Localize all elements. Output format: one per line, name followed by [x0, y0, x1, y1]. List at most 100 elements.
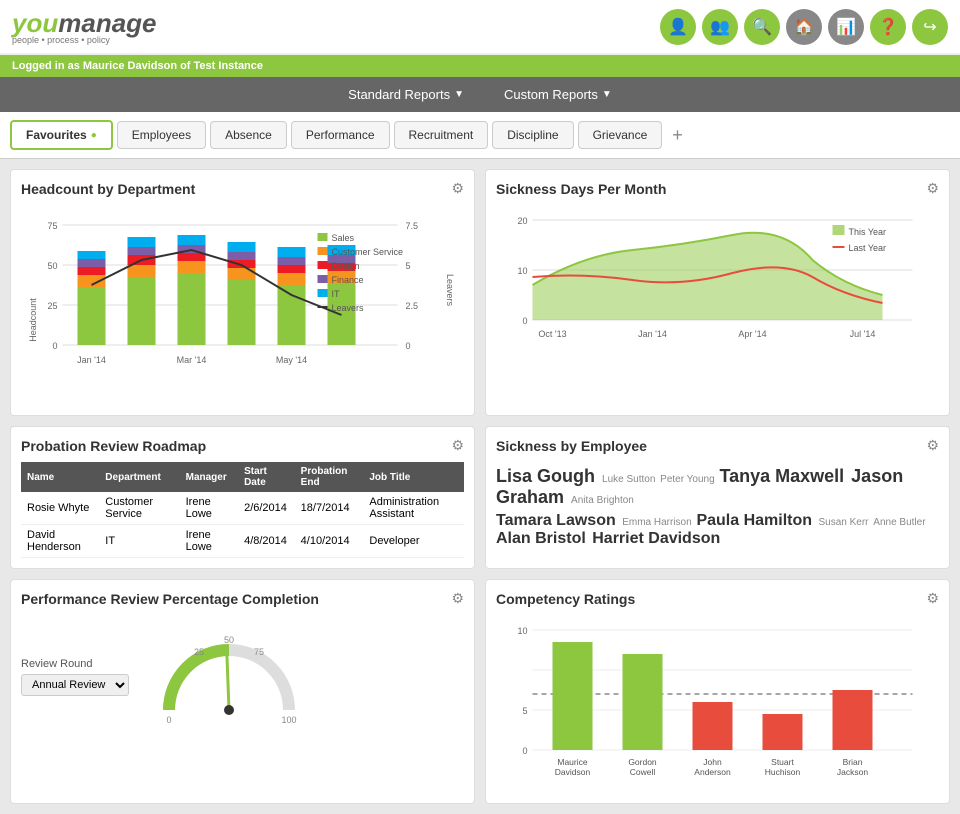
competency-gear-icon[interactable]: ⚙: [926, 590, 939, 607]
svg-text:75: 75: [47, 221, 57, 231]
probation-header: Probation Review Roadmap ⚙: [21, 437, 464, 454]
share-icon[interactable]: ↪: [912, 9, 948, 45]
probation-gear-icon[interactable]: ⚙: [451, 437, 464, 454]
custom-reports-nav[interactable]: Custom Reports ▼: [494, 83, 622, 106]
tab-performance[interactable]: Performance: [291, 121, 390, 149]
headcount-gear-icon[interactable]: ⚙: [451, 180, 464, 197]
header-icons: 👤 👥 🔍 🏠 📊 ❓ ↪: [660, 9, 948, 45]
svg-text:Davidson: Davidson: [555, 767, 591, 777]
tab-recruitment[interactable]: Recruitment: [394, 121, 489, 149]
sick-employee-name: Anne Butler: [873, 517, 925, 528]
svg-text:10: 10: [517, 626, 527, 636]
table-cell: IT: [99, 525, 179, 558]
y-axis-headcount-label: Headcount: [28, 290, 38, 350]
y-axis-leavers-label: Leavers: [445, 260, 455, 320]
tab-recruitment-label: Recruitment: [409, 128, 474, 142]
person-icon[interactable]: 👤: [660, 9, 696, 45]
home-icon[interactable]: 🏠: [786, 9, 822, 45]
svg-text:Anderson: Anderson: [694, 767, 731, 777]
tab-grievance-label: Grievance: [593, 128, 648, 142]
sickness-month-gear-icon[interactable]: ⚙: [926, 180, 939, 197]
svg-text:Oct '13: Oct '13: [538, 329, 566, 339]
svg-text:2.5: 2.5: [406, 301, 419, 311]
standard-reports-label: Standard Reports: [348, 87, 450, 102]
sickness-employee-gear-icon[interactable]: ⚙: [926, 437, 939, 454]
tab-discipline[interactable]: Discipline: [492, 121, 573, 149]
svg-text:0: 0: [522, 316, 527, 326]
chart-icon[interactable]: 📊: [828, 9, 864, 45]
review-select-area: Review Round Annual Review: [21, 658, 129, 696]
standard-reports-nav[interactable]: Standard Reports ▼: [338, 83, 474, 106]
sickness-employee-widget: Sickness by Employee ⚙ Lisa Gough Luke S…: [485, 426, 950, 569]
competency-header: Competency Ratings ⚙: [496, 590, 939, 607]
sickness-month-svg: 20 10 0 Oct '13 Jan '14 Apr '14 Jul '14 …: [496, 205, 939, 375]
tab-absence[interactable]: Absence: [210, 121, 287, 149]
sick-employee-name: Harriet Davidson: [592, 530, 720, 547]
table-cell: Irene Lowe: [180, 525, 238, 558]
review-select[interactable]: Annual Review: [21, 674, 129, 696]
login-text: Logged in as Maurice Davidson of Test In…: [12, 60, 263, 72]
tab-discipline-label: Discipline: [507, 128, 558, 142]
svg-text:Brian: Brian: [843, 757, 863, 767]
svg-text:5: 5: [406, 261, 411, 271]
add-tab-button[interactable]: +: [666, 123, 689, 148]
svg-text:10: 10: [517, 266, 527, 276]
svg-text:This Year: This Year: [849, 227, 887, 237]
sick-employee-name: Susan Kerr: [818, 517, 871, 528]
headcount-title: Headcount by Department: [21, 181, 195, 197]
svg-text:50: 50: [47, 261, 57, 271]
col-department: Department: [99, 462, 179, 492]
table-row: David HendersonITIrene Lowe4/8/20144/10/…: [21, 525, 464, 558]
svg-text:IT: IT: [332, 289, 341, 299]
performance-gear-icon[interactable]: ⚙: [451, 590, 464, 607]
probation-title: Probation Review Roadmap: [21, 438, 206, 454]
sickness-month-title: Sickness Days Per Month: [496, 181, 666, 197]
col-manager: Manager: [180, 462, 238, 492]
tab-employees[interactable]: Employees: [117, 121, 206, 149]
gauge-svg: 0 25 50 75 100: [149, 625, 309, 725]
sick-employee-name: Tanya Maxwell: [719, 466, 849, 486]
table-cell: Developer: [363, 525, 464, 558]
table-cell: Administration Assistant: [363, 492, 464, 525]
performance-widget: Performance Review Percentage Completion…: [10, 579, 475, 804]
svg-text:Sales: Sales: [332, 233, 355, 243]
svg-text:Design: Design: [332, 261, 360, 271]
sick-employee-name: Luke Sutton: [602, 474, 658, 485]
gauge-container: 0 25 50 75 100: [149, 625, 309, 728]
tab-favourites[interactable]: Favourites ●: [10, 120, 113, 150]
col-probation-end: Probation End: [295, 462, 364, 492]
custom-reports-label: Custom Reports: [504, 87, 598, 102]
favourites-dot: ●: [91, 130, 97, 141]
logo-you: you: [12, 8, 58, 38]
headcount-widget: Headcount by Department ⚙ Headcount Leav…: [10, 169, 475, 416]
col-start-date: Start Date: [238, 462, 295, 492]
standard-reports-arrow: ▼: [454, 89, 464, 100]
svg-text:0: 0: [406, 341, 411, 351]
sick-employee-name: Tamara Lawson: [496, 512, 620, 529]
svg-text:Jan '14: Jan '14: [638, 329, 667, 339]
probation-widget: Probation Review Roadmap ⚙ Name Departme…: [10, 426, 475, 569]
col-name: Name: [21, 462, 99, 492]
competency-widget: Competency Ratings ⚙ 10 5 0: [485, 579, 950, 804]
people-icon[interactable]: 👥: [702, 9, 738, 45]
table-cell: Rosie Whyte: [21, 492, 99, 525]
table-cell: David Henderson: [21, 525, 99, 558]
svg-text:Jul '14: Jul '14: [850, 329, 876, 339]
svg-text:25: 25: [47, 301, 57, 311]
sick-employee-name: Anita Brighton: [571, 495, 634, 506]
nav-bar: Standard Reports ▼ Custom Reports ▼: [0, 77, 960, 112]
svg-text:Apr '14: Apr '14: [738, 329, 766, 339]
svg-text:Cowell: Cowell: [630, 767, 656, 777]
logo-manage: manage: [58, 8, 156, 38]
headcount-widget-header: Headcount by Department ⚙: [21, 180, 464, 197]
tab-grievance[interactable]: Grievance: [578, 121, 663, 149]
svg-text:John: John: [703, 757, 722, 767]
svg-text:Customer Service: Customer Service: [332, 247, 404, 257]
search-icon[interactable]: 🔍: [744, 9, 780, 45]
login-bar: Logged in as Maurice Davidson of Test In…: [0, 55, 960, 77]
competency-svg: 10 5 0 Maurice Davidson Gordon Cowell Jo…: [496, 615, 939, 790]
performance-title: Performance Review Percentage Completion: [21, 591, 319, 607]
table-cell: 18/7/2014: [295, 492, 364, 525]
help-icon[interactable]: ❓: [870, 9, 906, 45]
tabs-bar: Favourites ● Employees Absence Performan…: [0, 112, 960, 159]
